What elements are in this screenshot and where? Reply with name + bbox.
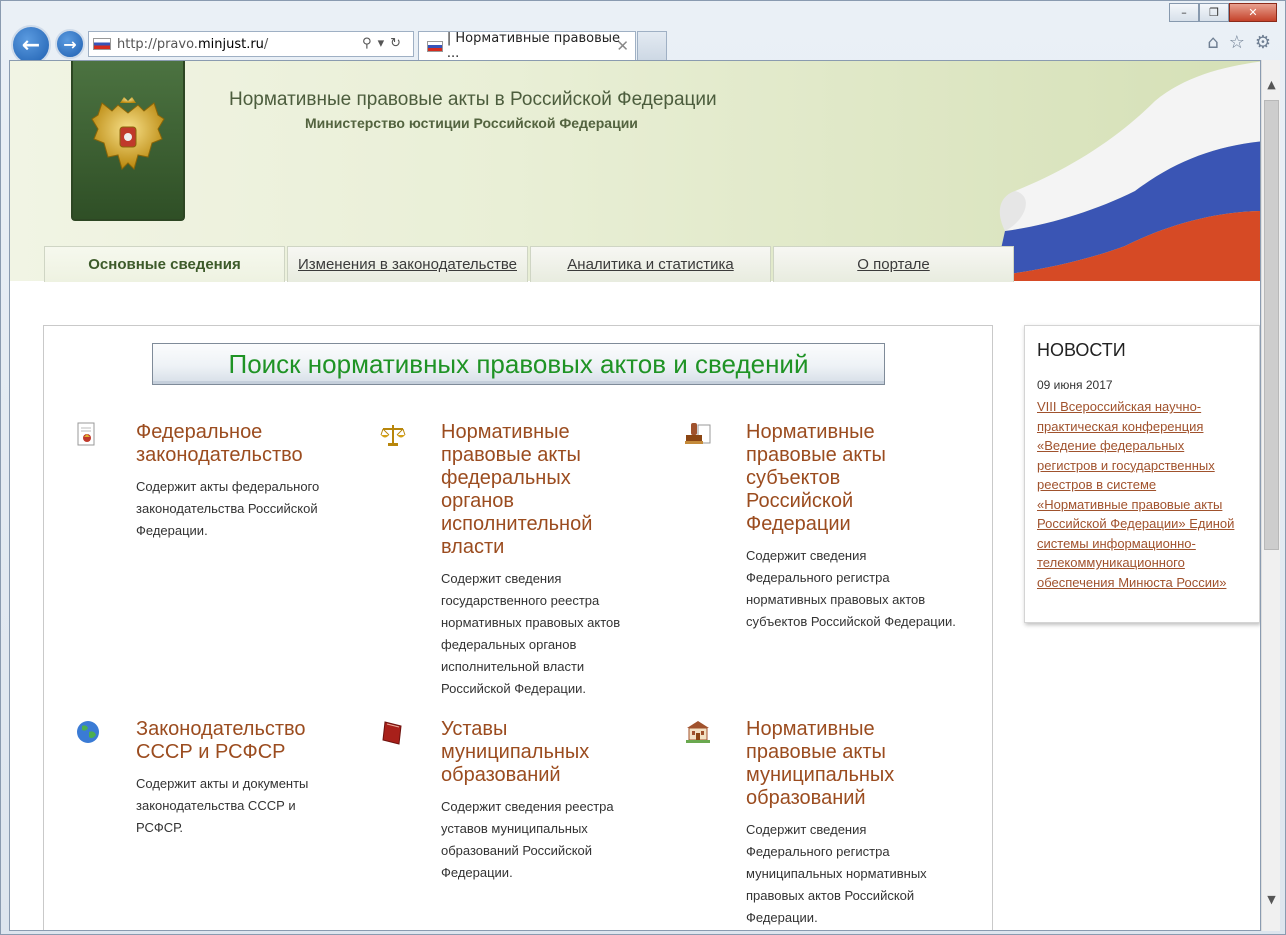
scroll-down-icon[interactable]: ▼ [1262,893,1281,911]
restore-button[interactable]: ❐ [1199,3,1229,22]
category-title[interactable]: Законодательство СССР и РСФСР [136,718,336,764]
window-controls: – ❐ ✕ [1169,3,1277,22]
tab-title: | Нормативные правовые ... [446,31,620,61]
new-tab-button[interactable] [637,31,667,60]
main-content-panel: Поиск нормативных правовых актов и сведе… [43,325,993,930]
browser-window: – ❐ ✕ ← → http://pravo. minjust.ru / ⚲▾↻ |… [0,0,1286,935]
nav-tab-legislation-changes[interactable]: Изменения в законодательстве [287,246,528,282]
category-title[interactable]: Уставы муниципальных образований [441,718,641,787]
vertical-scrollbar[interactable]: ▲ ▼ [1261,60,1280,931]
news-heading: НОВОСТИ [1037,340,1126,360]
close-window-button[interactable]: ✕ [1229,3,1277,22]
category-description: Содержит сведения Федерального регистра … [746,548,956,629]
forward-arrow-icon: → [63,34,77,54]
star-icon[interactable]: ☆ [1229,32,1245,53]
home-icon[interactable]: ⌂ [1207,32,1218,53]
category-description: Содержит сведения государственного реест… [441,571,621,696]
url-host: minjust.ru [197,36,264,52]
search-banner-button[interactable]: Поиск нормативных правовых актов и сведе… [152,343,885,385]
nav-tab-basic-info[interactable]: Основные сведения [44,246,285,282]
main-navigation: Основные сведения Изменения в законодате… [44,246,1014,282]
scroll-thumb[interactable] [1264,100,1279,550]
stamp-icon [685,423,711,444]
gear-icon[interactable]: ⚙ [1255,32,1271,53]
back-arrow-icon: ← [21,32,41,58]
category-title[interactable]: Нормативные правовые акты федеральных ор… [441,421,641,559]
document-icon [77,422,95,446]
refresh-icon[interactable]: ↻ [390,36,407,51]
url-prefix: http://pravo. [117,36,198,52]
nav-tab-about[interactable]: О портале [773,246,1014,282]
news-panel: НОВОСТИ 09 июня 2017 VIII Всероссийская … [1024,325,1260,623]
forward-button[interactable]: → [55,29,85,59]
browser-toolbar: ⌂ ☆ ⚙ [1207,32,1271,53]
news-date: 09 июня 2017 [1037,378,1113,392]
site-favicon-icon [93,38,111,50]
url-suffix: / [263,36,269,52]
browser-tab[interactable]: | Нормативные правовые ... ✕ [418,31,636,61]
site-title: Нормативные правовые акты в Российской Ф… [229,89,717,110]
page-viewport: Нормативные правовые акты в Российской Ф… [9,60,1261,931]
address-bar[interactable]: http://pravo. minjust.ru / ⚲▾↻ [88,31,414,57]
tab-close-icon[interactable]: ✕ [616,37,629,55]
russian-flag-image [985,61,1260,281]
scroll-up-icon[interactable]: ▲ [1262,78,1281,96]
site-subtitle: Министерство юстиции Российской Федераци… [305,115,638,131]
category-description: Содержит сведения реестра уставов муници… [441,799,614,880]
coat-of-arms-logo[interactable] [71,61,185,221]
search-icon[interactable]: ⚲ [362,36,378,51]
dropdown-icon[interactable]: ▾ [378,36,391,51]
category-title[interactable]: Нормативные правовые акты субъектов Росс… [746,421,946,536]
double-headed-eagle-icon [91,97,165,170]
category-title[interactable]: Федеральное законодательство [136,421,336,467]
scales-icon [380,425,406,446]
building-icon [686,721,710,743]
category-description: Содержит сведения Федерального регистра … [746,822,927,925]
site-header: Нормативные правовые акты в Российской Ф… [10,61,1260,282]
category-title[interactable]: Нормативные правовые акты муниципальных … [746,718,946,810]
category-description: Содержит акты федерального законодательс… [136,479,320,538]
minimize-button[interactable]: – [1169,3,1199,22]
nav-tab-analytics[interactable]: Аналитика и статистика [530,246,771,282]
globe-icon [77,721,99,743]
tab-favicon-icon [427,40,443,52]
back-button[interactable]: ← [11,25,51,65]
news-item-link[interactable]: VIII Всероссийская научно-практическая к… [1037,397,1245,592]
category-description: Содержит акты и документы законодательст… [136,776,309,835]
book-icon [382,721,402,745]
